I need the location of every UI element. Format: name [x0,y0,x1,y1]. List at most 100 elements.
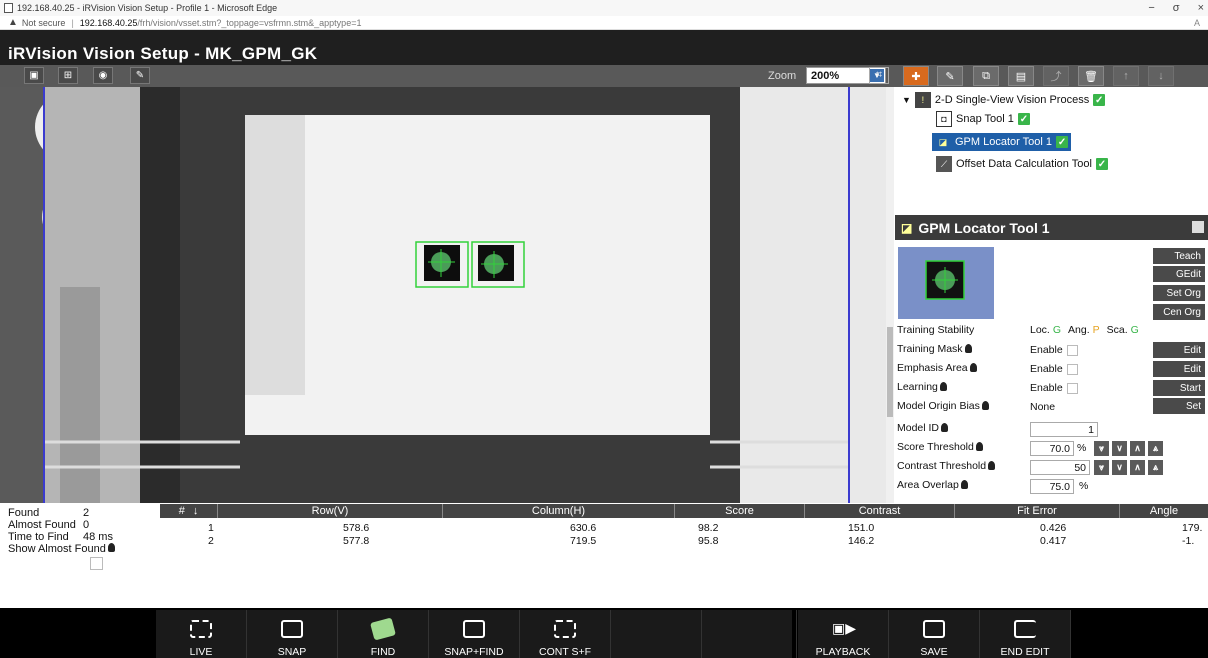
tree-item-gpm-locator[interactable]: ◪ GPM Locator Tool 1 ✓ [932,133,1072,151]
camera-icon [281,620,303,638]
cen-org-button[interactable]: Cen Org [1153,304,1205,320]
col-angle[interactable]: Angle [1120,504,1208,518]
live-label: LIVE [189,646,213,658]
snap-button[interactable]: SNAP [247,610,337,658]
save-button[interactable]: SAVE [889,610,979,658]
training-mask-edit-button[interactable]: Edit [1153,342,1205,358]
col-fit-error[interactable]: Fit Error [955,504,1120,518]
camera-image-view[interactable] [0,87,886,503]
warning-icon: ▲ [8,17,18,28]
learning-label: Learning [897,381,947,393]
find-button[interactable]: FIND [338,610,428,658]
model-pattern-icon[interactable]: ⊞ [58,67,78,84]
camera-icon: ◘ [936,111,952,127]
window-controls: − σ × [1148,0,1204,16]
divider [701,610,702,658]
restore-button[interactable]: σ [1173,2,1180,14]
chevron-down-icon[interactable]: ∨ [1112,441,1127,456]
col-row[interactable]: Row(V) [218,504,443,518]
model-id-input[interactable]: 1 [1030,422,1098,437]
ang-label: Ang. [1068,324,1090,336]
live-image-icon[interactable]: ▣ [24,67,44,84]
chevron-up-icon[interactable]: ∧ [1130,441,1145,456]
col-score[interactable]: Score [675,504,805,518]
model-origin-bias-set-button[interactable]: Set [1153,398,1205,414]
info-icon[interactable] [941,423,949,432]
cell-score: 98.2 [698,522,719,534]
empty-slot-1 [611,610,701,658]
table-row[interactable]: 2 577.8 719.5 95.8 146.2 0.417 -1. [160,535,1208,547]
emphasis-area-text: Emphasis Area [897,362,968,374]
move-up-icon[interactable]: ↑ [1113,66,1139,86]
collapse-triangle-icon[interactable]: ▼ [902,95,911,105]
reader-mode-icon[interactable]: A [1194,18,1200,28]
col-index[interactable]: # ↓ [160,504,218,518]
not-secure-label[interactable]: Not secure [22,18,66,28]
almost-found-label: Almost Found [8,519,76,531]
model-id-label: Model ID [897,422,949,434]
copy-icon[interactable]: ⧉ [973,66,999,86]
col-column[interactable]: Column(H) [443,504,675,518]
learning-checkbox[interactable] [1066,382,1078,394]
info-icon[interactable] [939,382,947,391]
results-table-header: # ↓ Row(V) Column(H) Score Contrast Fit E… [160,504,1208,518]
cell-row: 577.8 [343,535,370,547]
pen-icon[interactable]: ✎ [130,67,150,84]
live-button[interactable]: LIVE [156,610,246,658]
snap-find-button[interactable]: SNAP+FIND [429,610,519,658]
minimize-button[interactable]: − [1148,2,1154,14]
double-chevron-down-icon[interactable]: ⩔ [1094,460,1109,475]
double-chevron-up-icon[interactable]: ⩓ [1148,460,1163,475]
info-icon[interactable] [960,480,968,489]
training-mask-checkbox[interactable] [1066,344,1078,356]
camera-icon[interactable]: ◉ [93,67,113,84]
tool-panel-title: GPM Locator Tool 1 [918,219,1050,236]
training-stability-value: Loc. G Ang. P Sca. G [1030,324,1139,336]
link-icon[interactable]: ⤴ [1043,66,1069,86]
score-threshold-input[interactable]: 70.0 [1030,441,1074,456]
table-row[interactable]: 1 578.6 630.6 98.2 151.0 0.426 179. [160,522,1208,534]
info-icon[interactable] [969,363,977,372]
show-almost-checkbox[interactable] [90,557,103,570]
area-overlap-input[interactable]: 75.0 [1030,479,1074,494]
show-almost-checkbox-wrap [90,557,115,573]
delete-icon[interactable]: 🗑 [1078,66,1104,86]
learning-start-button[interactable]: Start [1153,380,1205,396]
move-down-icon[interactable]: ↓ [1148,66,1174,86]
teach-button[interactable]: Teach [1153,248,1205,264]
col-contrast[interactable]: Contrast [805,504,955,518]
tree-item-offset-calc[interactable]: ⟋ Offset Data Calculation Tool ✓ [936,156,1108,172]
info-icon[interactable] [107,543,115,552]
info-icon[interactable] [988,461,996,470]
contrast-threshold-input[interactable]: 50 [1030,460,1090,475]
edit-icon[interactable]: ✎ [937,66,963,86]
info-icon[interactable] [975,442,983,451]
tree-item-snap-tool[interactable]: ◘ Snap Tool 1 ✓ [936,111,1030,127]
fit-to-window-icon[interactable]: ⌗ [869,67,889,84]
add-tool-icon[interactable]: ✚ [903,66,929,86]
end-edit-button[interactable]: END EDIT [980,610,1070,658]
double-chevron-down-icon[interactable]: ⩔ [1094,441,1109,456]
time-value: 48 ms [83,531,113,543]
tree-root-node[interactable]: ▼ ! 2-D Single-View Vision Process ✓ [902,92,1106,108]
panel-scrollbar[interactable] [886,87,894,503]
address-separator: | [71,17,74,28]
emphasis-area-edit-button[interactable]: Edit [1153,361,1205,377]
double-chevron-up-icon[interactable]: ⩓ [1148,441,1163,456]
chevron-down-icon[interactable]: ∨ [1112,460,1127,475]
address-bar[interactable]: ▲ Not secure | 192.168.40.25 /frh/vision… [0,16,1208,30]
info-icon[interactable] [964,344,972,353]
paste-icon[interactable]: ▤ [1008,66,1034,86]
panel-menu-icon[interactable] [1192,221,1204,233]
gedit-button[interactable]: GEdit [1153,266,1205,282]
cont-snap-find-button[interactable]: CONT S+F [520,610,610,658]
set-org-button[interactable]: Set Org [1153,285,1205,301]
chevron-up-icon[interactable]: ∧ [1130,460,1145,475]
scrollbar-thumb[interactable] [887,327,893,417]
emphasis-area-checkbox[interactable] [1066,363,1078,375]
divider [979,610,980,658]
playback-button[interactable]: ▣▶ PLAYBACK [798,610,888,658]
area-overlap-text: Area Overlap [897,479,959,491]
info-icon[interactable] [981,401,989,410]
close-button[interactable]: × [1198,2,1204,14]
